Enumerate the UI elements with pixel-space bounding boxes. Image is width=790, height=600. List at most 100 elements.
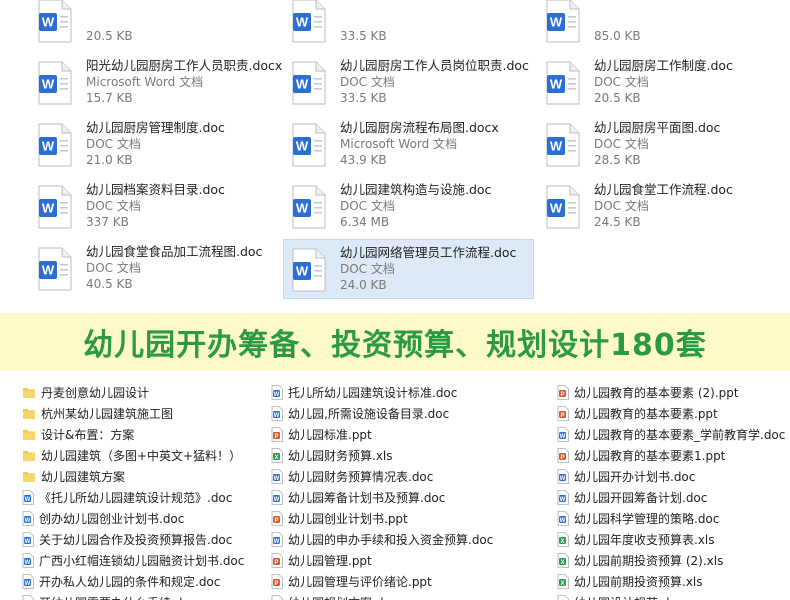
- doc-icon: W: [557, 595, 569, 600]
- file-size: 43.9 KB: [340, 153, 387, 167]
- list-item-label: 开办私人幼儿园的条件和规定.doc: [39, 575, 221, 589]
- list-item-label: 幼儿园设计规范.doc: [574, 594, 683, 600]
- list-item-label: 广西小红帽连锁幼儿园融资计划书.doc: [39, 554, 245, 568]
- list-item[interactable]: W 《托儿所幼儿园建筑设计规范》.doc: [22, 487, 244, 508]
- file-type: Microsoft Word 文档: [86, 75, 204, 89]
- list-item[interactable]: W 开办私人幼儿园的条件和规定.doc: [22, 571, 244, 592]
- list-item-label: 幼儿园前期投资预算.xls: [574, 575, 703, 589]
- svg-text:W: W: [25, 581, 31, 587]
- svg-text:W: W: [42, 15, 55, 30]
- file-tile[interactable]: W 幼儿园食堂食品加工流程图.doc DOC 文档 40.5 KB: [30, 239, 280, 299]
- list-item[interactable]: P 幼儿园管理.ppt: [271, 550, 493, 571]
- list-item-label: 幼儿园教育的基本要素1.ppt: [574, 449, 726, 463]
- list-item-label: 创办幼儿园创业计划书.doc: [39, 512, 185, 526]
- list-item[interactable]: W 幼儿园开办计划书.doc: [557, 466, 785, 487]
- list-item-label: 幼儿园,所需设施设备目录.doc: [288, 407, 450, 421]
- list-item-label: 幼儿园开办计划书.doc: [574, 470, 696, 484]
- list-item[interactable]: W 幼儿园筹备计划书及预算.doc: [271, 487, 493, 508]
- file-tile[interactable]: W 85.0 KB: [538, 0, 788, 51]
- file-name: 幼儿园厨房工作制度.doc: [594, 58, 733, 73]
- list-item[interactable]: W 幼儿园科学管理的策略.doc: [557, 508, 785, 529]
- svg-text:W: W: [296, 77, 309, 92]
- list-item-label: 开幼儿园需要办什么手续.doc: [39, 594, 196, 600]
- file-tile[interactable]: W 幼儿园厨房流程布局图.docx Microsoft Word 文档 43.9 KB: [284, 115, 534, 175]
- list-item[interactable]: W 创办幼儿园创业计划书.doc: [22, 508, 244, 529]
- folder-icon: [22, 469, 36, 484]
- file-tile[interactable]: W 阳光幼儿园厨房工作人员职责.docx Microsoft Word 文档 15.7…: [30, 53, 282, 113]
- list-item[interactable]: W 幼儿园财务预算情况表.doc: [271, 466, 493, 487]
- ppt-icon: P: [271, 574, 283, 589]
- file-tile[interactable]: W 幼儿园建筑构造与设施.doc DOC 文档 6.34 MB: [284, 177, 534, 237]
- word-icon: W: [546, 0, 580, 43]
- list-item[interactable]: W 托儿所幼儿园建筑设计标准.doc: [271, 382, 493, 403]
- list-item[interactable]: P 幼儿园教育的基本要素1.ppt: [557, 445, 785, 466]
- list-item[interactable]: W 广西小红帽连锁幼儿园融资计划书.doc: [22, 550, 244, 571]
- file-tile[interactable]: W 幼儿园档案资料目录.doc DOC 文档 337 KB: [30, 177, 280, 237]
- list-item[interactable]: P 幼儿园教育的基本要素 (2).ppt: [557, 382, 785, 403]
- list-item[interactable]: W 开幼儿园需要办什么手续.doc: [22, 592, 244, 600]
- ppt-icon: P: [557, 448, 569, 463]
- doc-icon: W: [557, 511, 569, 526]
- list-item[interactable]: W 幼儿园开园筹备计划.doc: [557, 487, 785, 508]
- list-item[interactable]: W 幼儿园教育的基本要素_学前教育学.doc: [557, 424, 785, 445]
- list-item[interactable]: 设计&布置：方案: [22, 424, 244, 445]
- list-item-label: 幼儿园财务预算情况表.doc: [288, 470, 434, 484]
- file-size: 20.5 KB: [86, 29, 133, 43]
- list-item-label: 托儿所幼儿园建筑设计标准.doc: [288, 386, 458, 400]
- file-name: 幼儿园食堂工作流程.doc: [594, 182, 733, 197]
- ppt-icon: P: [271, 553, 283, 568]
- file-tile[interactable]: W 33.5 KB: [284, 0, 534, 51]
- list-item[interactable]: W 幼儿园设计规范.doc: [557, 592, 785, 600]
- list-item[interactable]: X 幼儿园前期投资预算.xls: [557, 571, 785, 592]
- list-item[interactable]: W 关于幼儿园合作及投资预算报告.doc: [22, 529, 244, 550]
- list-item[interactable]: 幼儿园建筑方案: [22, 466, 244, 487]
- list-item[interactable]: P 幼儿园教育的基本要素.ppt: [557, 403, 785, 424]
- file-name: 幼儿园厨房流程布局图.docx: [340, 120, 499, 135]
- svg-text:X: X: [560, 539, 564, 545]
- file-type: DOC 文档: [340, 262, 395, 276]
- list-item-label: 幼儿园开园筹备计划.doc: [574, 491, 708, 505]
- list-item[interactable]: X 幼儿园前期投资预算 (2).xls: [557, 550, 785, 571]
- list-item[interactable]: 丹麦创意幼儿园设计: [22, 382, 244, 403]
- word-icon: W: [292, 123, 326, 167]
- file-size: 24.0 KB: [340, 278, 387, 292]
- list-item[interactable]: 杭州某幼儿园建筑施工图: [22, 403, 244, 424]
- list-item-label: 幼儿园教育的基本要素.ppt: [574, 407, 718, 421]
- svg-text:P: P: [560, 455, 564, 461]
- doc-icon: W: [271, 595, 283, 600]
- list-item[interactable]: X 幼儿园年度收支预算表.xls: [557, 529, 785, 550]
- list-item[interactable]: W 幼儿园的申办手续和投入资金预算.doc: [271, 529, 493, 550]
- list-item[interactable]: W 幼儿园规划方案.doc: [271, 592, 493, 600]
- list-item[interactable]: P 幼儿园标准.ppt: [271, 424, 493, 445]
- file-name: 幼儿园厨房工作人员岗位职责.doc: [340, 58, 529, 73]
- list-item[interactable]: 幼儿园建筑（多图+中英文+猛料！）: [22, 445, 244, 466]
- svg-text:X: X: [560, 581, 564, 587]
- svg-text:P: P: [560, 413, 564, 419]
- doc-icon: W: [271, 490, 283, 505]
- file-tile[interactable]: W 20.5 KB: [30, 0, 280, 51]
- svg-text:P: P: [274, 581, 278, 587]
- file-size: 33.5 KB: [340, 29, 387, 43]
- doc-icon: W: [22, 574, 34, 589]
- file-tile[interactable]: W 幼儿园网络管理员工作流程.doc DOC 文档 24.0 KB: [283, 239, 534, 299]
- folder-icon: [22, 385, 36, 400]
- file-tile[interactable]: W 幼儿园厨房平面图.doc DOC 文档 28.5 KB: [538, 115, 788, 175]
- word-icon: W: [546, 123, 580, 167]
- file-type: DOC 文档: [86, 261, 141, 275]
- banner-title: 幼儿园开办筹备、投资预算、规划设计180套: [83, 328, 707, 363]
- svg-text:W: W: [42, 139, 55, 154]
- svg-text:W: W: [42, 263, 55, 278]
- file-tile[interactable]: W 幼儿园厨房工作制度.doc DOC 文档 20.5 KB: [538, 53, 788, 113]
- word-icon: W: [292, 248, 326, 292]
- list-item[interactable]: X 幼儿园财务预算.xls: [271, 445, 493, 466]
- list-item[interactable]: W 幼儿园,所需设施设备目录.doc: [271, 403, 493, 424]
- xls-icon: X: [557, 553, 569, 568]
- file-tile[interactable]: W 幼儿园厨房管理制度.doc DOC 文档 21.0 KB: [30, 115, 280, 175]
- list-item-label: 幼儿园创业计划书.ppt: [288, 512, 408, 526]
- list-item[interactable]: P 幼儿园创业计划书.ppt: [271, 508, 493, 529]
- file-tile[interactable]: W 幼儿园厨房工作人员岗位职责.doc DOC 文档 33.5 KB: [284, 53, 534, 113]
- list-item[interactable]: P 幼儿园管理与评价绪论.ppt: [271, 571, 493, 592]
- file-tile[interactable]: W 幼儿园食堂工作流程.doc DOC 文档 24.5 KB: [538, 177, 788, 237]
- svg-text:W: W: [25, 539, 31, 545]
- svg-text:W: W: [560, 497, 566, 503]
